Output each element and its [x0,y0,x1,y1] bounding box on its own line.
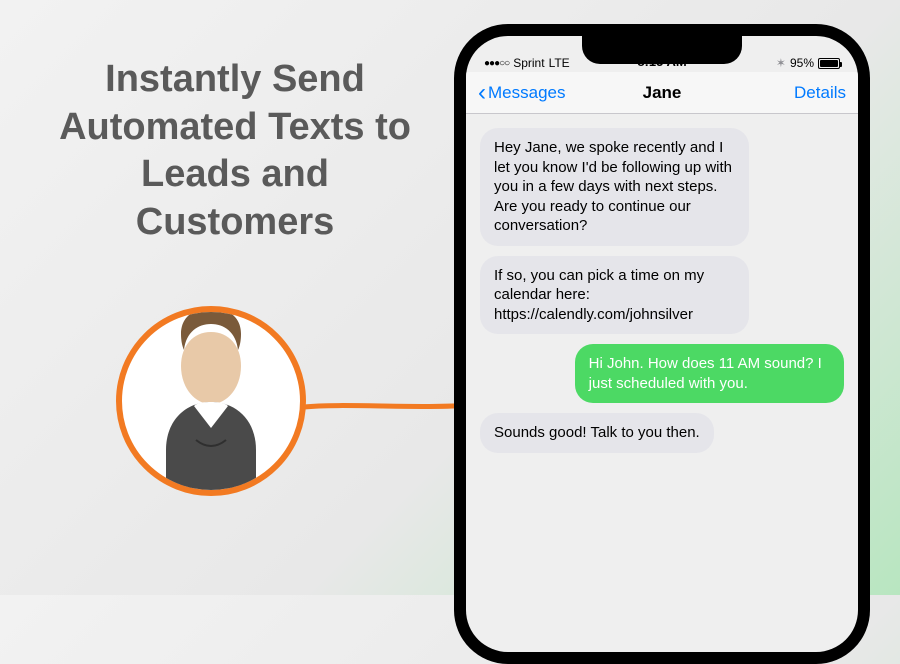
message-bubble: Hi John. How does 11 AM sound? I just sc… [575,344,844,403]
marketing-headline: Instantly Send Automated Texts to Leads … [40,56,430,246]
phone-notch [582,36,742,64]
battery-icon [818,58,840,69]
message-bubble: If so, you can pick a time on my calenda… [480,256,749,335]
lead-avatar [116,306,306,496]
message-bubble: Hey Jane, we spoke recently and I let yo… [480,128,749,246]
details-button[interactable]: Details [794,83,846,103]
arrow-connector [302,400,476,412]
message-bubble: Sounds good! Talk to you then. [480,413,714,453]
message-list: Hey Jane, we spoke recently and I let yo… [466,114,858,652]
phone-frame: ●●●○○ Sprint LTE 8:15 AM ✶ 95% ‹ Message… [454,24,870,664]
person-icon [136,310,286,490]
phone-screen: ●●●○○ Sprint LTE 8:15 AM ✶ 95% ‹ Message… [466,36,858,652]
nav-bar: ‹ Messages Jane Details [466,72,858,114]
